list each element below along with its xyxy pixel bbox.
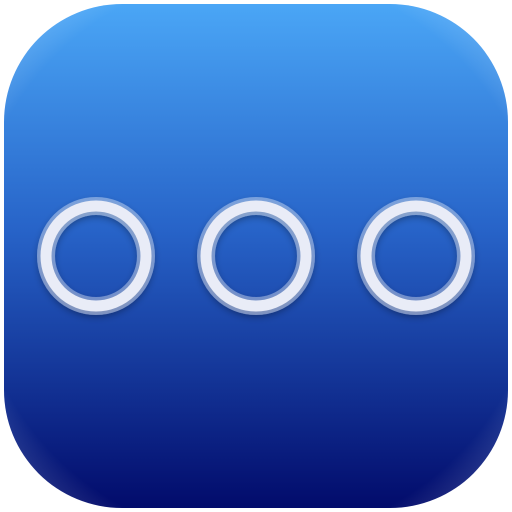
app-icon[interactable] xyxy=(0,0,512,512)
app-icon-graphic xyxy=(4,4,508,508)
icon-edge-highlight xyxy=(4,4,508,508)
